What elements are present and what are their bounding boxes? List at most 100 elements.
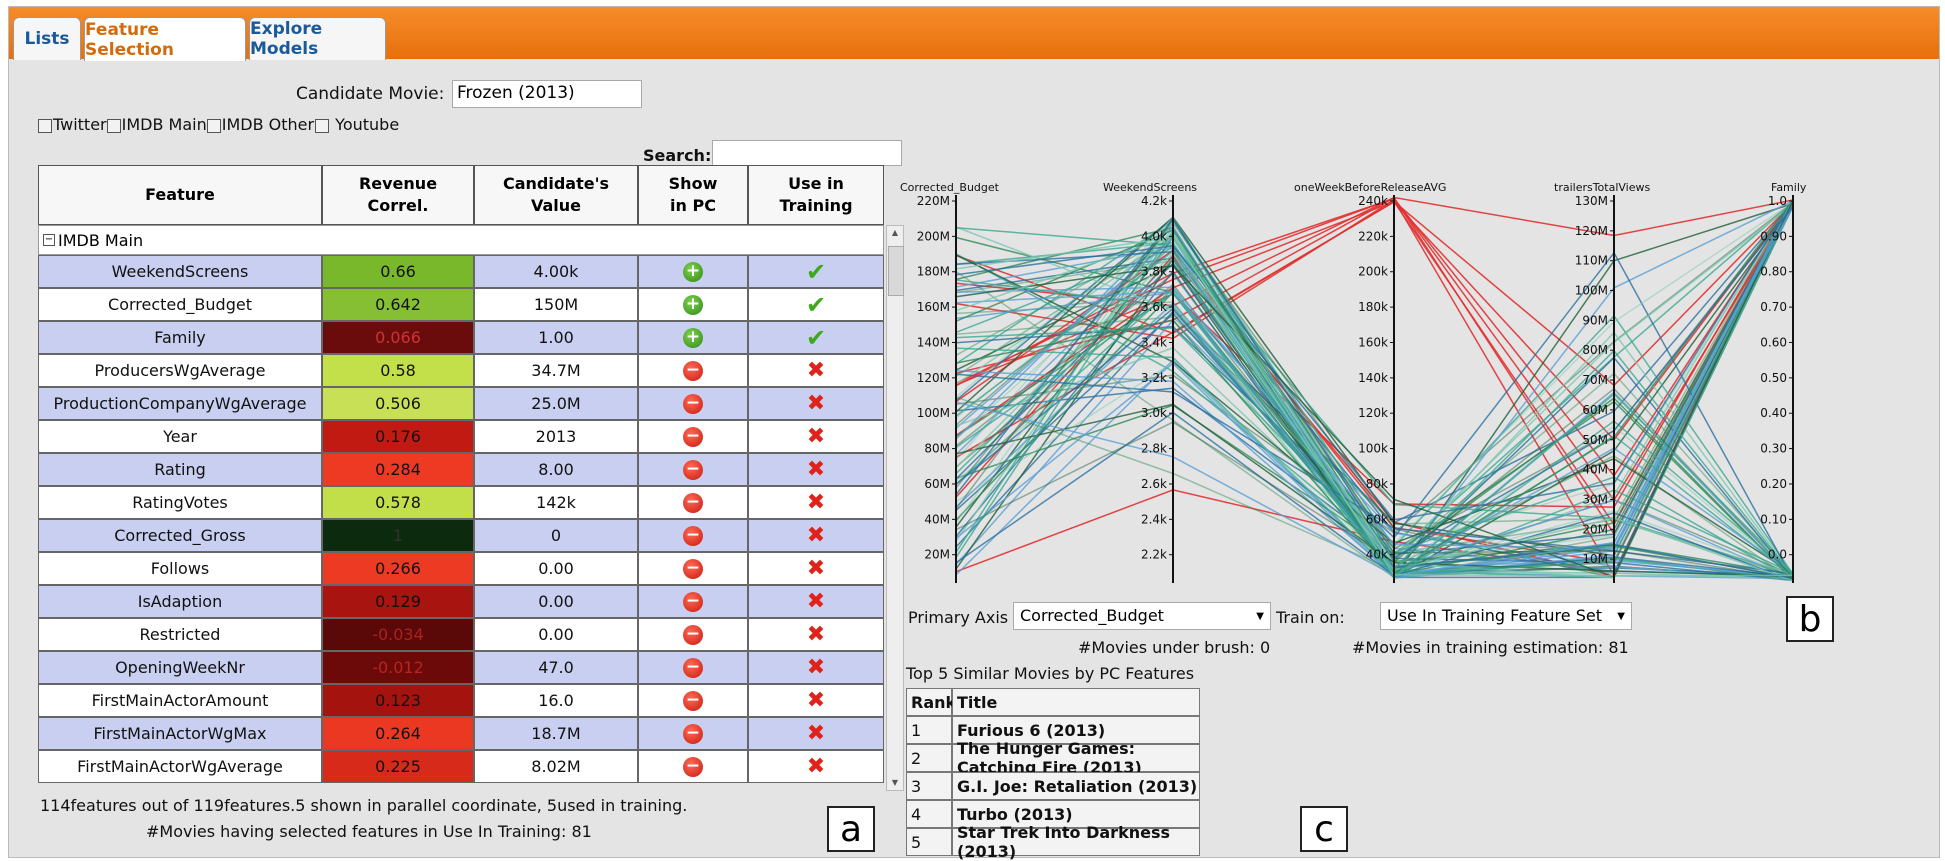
tab-feature-selection[interactable]: Feature Selection <box>84 17 246 61</box>
train-on-select[interactable]: Use In Training Feature Set ▼ <box>1380 602 1632 630</box>
pc-tick-label: 80M <box>924 442 950 456</box>
table-row[interactable]: ProductionCompanyWgAverage 0.506 25.0M − ✖ <box>0 387 884 420</box>
feature-name-cell: Restricted <box>38 618 322 651</box>
header-rank[interactable]: Rank <box>906 688 956 716</box>
show-in-pc-cell: + <box>638 255 748 288</box>
feature-name-cell: Corrected_Gross <box>38 519 322 552</box>
remove-from-pc-icon[interactable]: − <box>683 657 703 678</box>
header-candidate-value[interactable]: Candidate's Value <box>474 165 638 225</box>
header-revenue-correl[interactable]: Revenue Correl. <box>322 165 474 225</box>
remove-from-pc-icon[interactable]: − <box>683 492 703 513</box>
cross-icon[interactable]: ✖ <box>807 589 825 614</box>
cross-icon[interactable]: ✖ <box>807 688 825 713</box>
table-row[interactable]: FirstMainActorAmount 0.123 16.0 − ✖ <box>0 684 884 717</box>
table-row[interactable]: OpeningWeekNr -0.012 47.0 − ✖ <box>0 651 884 684</box>
cross-icon[interactable]: ✖ <box>807 754 825 779</box>
use-in-training-cell: ✖ <box>748 750 884 783</box>
show-in-pc-cell: − <box>638 651 748 684</box>
pc-tick-label: 0.10 <box>1760 512 1787 526</box>
parallel-coordinates-plot[interactable]: Corrected_Budget220M 200M 180M 160M 140M 120M… <box>900 175 1860 595</box>
imdb-other-checkbox[interactable] <box>206 118 221 133</box>
imdb-main-checkbox[interactable] <box>106 118 121 133</box>
pc-tick-label: 4.0k <box>1141 229 1167 243</box>
feature-name-cell: FirstMainActorWgAverage <box>38 750 322 783</box>
collapse-icon[interactable]: − <box>43 234 55 246</box>
table-row[interactable]: FirstMainActorWgAverage 0.225 8.02M − ✖ <box>0 750 884 783</box>
pc-tick-label: 220k <box>1358 229 1388 243</box>
cross-icon[interactable]: ✖ <box>807 424 825 449</box>
tab-explore-models[interactable]: Explore Models <box>249 17 386 60</box>
source-filter-group: Twitter IMDB Main IMDB Other Youtube <box>38 115 399 134</box>
pc-tick-label: 160M <box>917 300 950 314</box>
remove-from-pc-icon[interactable]: − <box>683 426 703 447</box>
cross-icon[interactable]: ✖ <box>807 358 825 383</box>
pc-tick-label: 0.80 <box>1760 265 1787 279</box>
table-row[interactable]: Rating 0.284 8.00 − ✖ <box>0 453 884 486</box>
cross-icon[interactable]: ✖ <box>807 622 825 647</box>
remove-from-pc-icon[interactable]: − <box>683 690 703 711</box>
add-to-pc-icon[interactable]: + <box>683 261 703 282</box>
youtube-checkbox[interactable] <box>315 118 330 133</box>
search-input[interactable] <box>712 140 902 166</box>
cross-icon[interactable]: ✖ <box>807 556 825 581</box>
table-row[interactable]: Family 0.066 1.00 + ✔ <box>0 321 884 354</box>
pc-tick-label: 80k <box>1366 477 1388 491</box>
show-in-pc-cell: − <box>638 618 748 651</box>
candidate-value-cell: 2013 <box>474 420 638 453</box>
use-in-training-cell: ✖ <box>748 387 884 420</box>
table-row[interactable]: Year 0.176 2013 − ✖ <box>0 420 884 453</box>
candidate-value-cell: 18.7M <box>474 717 638 750</box>
twitter-checkbox[interactable] <box>38 118 52 133</box>
remove-from-pc-icon[interactable]: − <box>683 393 703 414</box>
table-row[interactable]: Corrected_Budget 0.642 150M + ✔ <box>0 288 884 321</box>
primary-axis-select[interactable]: Corrected_Budget ▼ <box>1013 602 1271 630</box>
training-movie-count: #Movies having selected features in Use … <box>146 822 592 841</box>
checkmark-icon[interactable]: ✔ <box>806 291 826 319</box>
checkmark-icon[interactable]: ✔ <box>806 324 826 352</box>
table-row[interactable]: Corrected_Gross 1 0 − ✖ <box>0 519 884 552</box>
pc-tick-label: 120M <box>1575 224 1608 238</box>
table-row[interactable]: IsAdaption 0.129 0.00 − ✖ <box>0 585 884 618</box>
train-on-label: Train on: <box>1276 608 1345 627</box>
movies-under-brush: #Movies under brush: 0 <box>1078 638 1271 657</box>
add-to-pc-icon[interactable]: + <box>683 327 703 348</box>
candidate-movie-input[interactable]: Frozen (2013) <box>452 80 642 108</box>
checkmark-icon[interactable]: ✔ <box>806 258 826 286</box>
pc-axis[interactable]: Family1.0 0.90 0.80 0.70 0.60 0.50 0.40 0.30 0.2… <box>1760 181 1807 583</box>
pc-axis-label: trailersTotalViews <box>1554 181 1651 194</box>
remove-from-pc-icon[interactable]: − <box>683 591 703 612</box>
remove-from-pc-icon[interactable]: − <box>683 756 703 777</box>
group-row-imdb-main[interactable]: − IMDB Main <box>38 225 884 255</box>
feature-name-cell: Year <box>38 420 322 453</box>
header-show-in-pc[interactable]: Show in PC <box>638 165 748 225</box>
remove-from-pc-icon[interactable]: − <box>683 525 703 546</box>
header-use-in-training[interactable]: Use in Training <box>748 165 884 225</box>
header-feature[interactable]: Feature <box>38 165 322 225</box>
scroll-down-arrow-icon[interactable]: ▼ <box>888 778 902 788</box>
cross-icon[interactable]: ✖ <box>807 721 825 746</box>
revenue-correl-cell: 0.642 <box>322 288 474 321</box>
remove-from-pc-icon[interactable]: − <box>683 459 703 480</box>
use-in-training-cell: ✖ <box>748 651 884 684</box>
cross-icon[interactable]: ✖ <box>807 655 825 680</box>
tab-lists[interactable]: Lists <box>13 17 81 60</box>
header-title[interactable]: Title <box>952 688 1200 716</box>
twitter-label: Twitter <box>53 115 107 134</box>
cross-icon[interactable]: ✖ <box>807 523 825 548</box>
remove-from-pc-icon[interactable]: − <box>683 360 703 381</box>
cross-icon[interactable]: ✖ <box>807 457 825 482</box>
remove-from-pc-icon[interactable]: − <box>683 624 703 645</box>
remove-from-pc-icon[interactable]: − <box>683 723 703 744</box>
add-to-pc-icon[interactable]: + <box>683 294 703 315</box>
table-row[interactable]: FirstMainActorWgMax 0.264 18.7M − ✖ <box>0 717 884 750</box>
pc-tick-label: 80M <box>1582 343 1608 357</box>
cross-icon[interactable]: ✖ <box>807 391 825 416</box>
table-row[interactable]: RatingVotes 0.578 142k − ✖ <box>0 486 884 519</box>
remove-from-pc-icon[interactable]: − <box>683 558 703 579</box>
table-row[interactable]: WeekendScreens 0.66 4.00k + ✔ <box>0 255 884 288</box>
table-row[interactable]: Follows 0.266 0.00 − ✖ <box>0 552 884 585</box>
table-row[interactable]: ProducersWgAverage 0.58 34.7M − ✖ <box>0 354 884 387</box>
table-row[interactable]: Restricted -0.034 0.00 − ✖ <box>0 618 884 651</box>
candidate-value-cell: 0 <box>474 519 638 552</box>
cross-icon[interactable]: ✖ <box>807 490 825 515</box>
